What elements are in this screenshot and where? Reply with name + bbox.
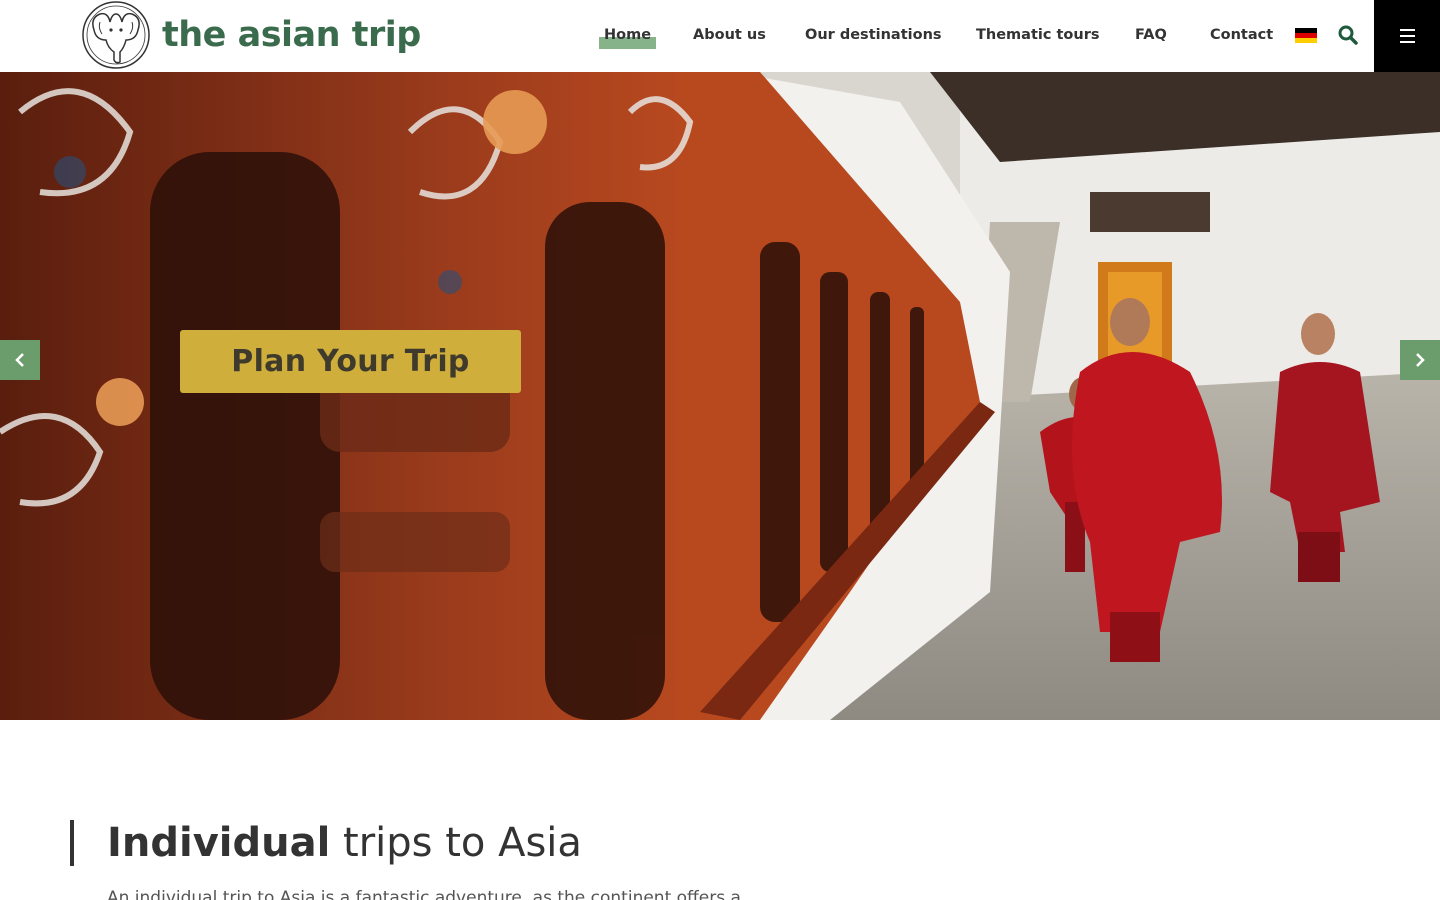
elephant-icon (82, 1, 150, 69)
nav-home[interactable]: Home (598, 27, 657, 49)
intro-paragraph: An individual trip to Asia is a fantasti… (107, 888, 741, 900)
site-logo[interactable]: the asian trip (80, 0, 421, 70)
hero-image (0, 72, 1440, 720)
nav-our-destinations[interactable]: Our destinations (805, 27, 942, 43)
slider-prev-button[interactable] (0, 340, 40, 380)
hamburger-menu-icon[interactable] (1374, 0, 1440, 72)
title-bold: Individual (107, 820, 331, 866)
nav-about-us[interactable]: About us (693, 27, 766, 43)
search-icon[interactable] (1337, 24, 1359, 46)
plan-your-trip-button[interactable]: Plan Your Trip (180, 330, 521, 393)
site-header: the asian trip Home About us Our destina… (0, 0, 1440, 72)
hero-slider: Plan Your Trip (0, 72, 1440, 720)
section-heading: Individual trips to Asia (70, 820, 582, 866)
logo-text: the asian trip (162, 15, 421, 55)
title-rest: trips to Asia (330, 820, 582, 866)
german-flag-icon[interactable] (1295, 28, 1317, 43)
slider-next-button[interactable] (1400, 340, 1440, 380)
chevron-right-icon (1416, 353, 1425, 367)
chevron-left-icon (15, 353, 24, 367)
nav-contact[interactable]: Contact (1210, 27, 1273, 43)
page-title: Individual trips to Asia (107, 820, 582, 866)
nav-thematic-tours[interactable]: Thematic tours (976, 27, 1099, 43)
nav-faq[interactable]: FAQ (1135, 27, 1167, 43)
